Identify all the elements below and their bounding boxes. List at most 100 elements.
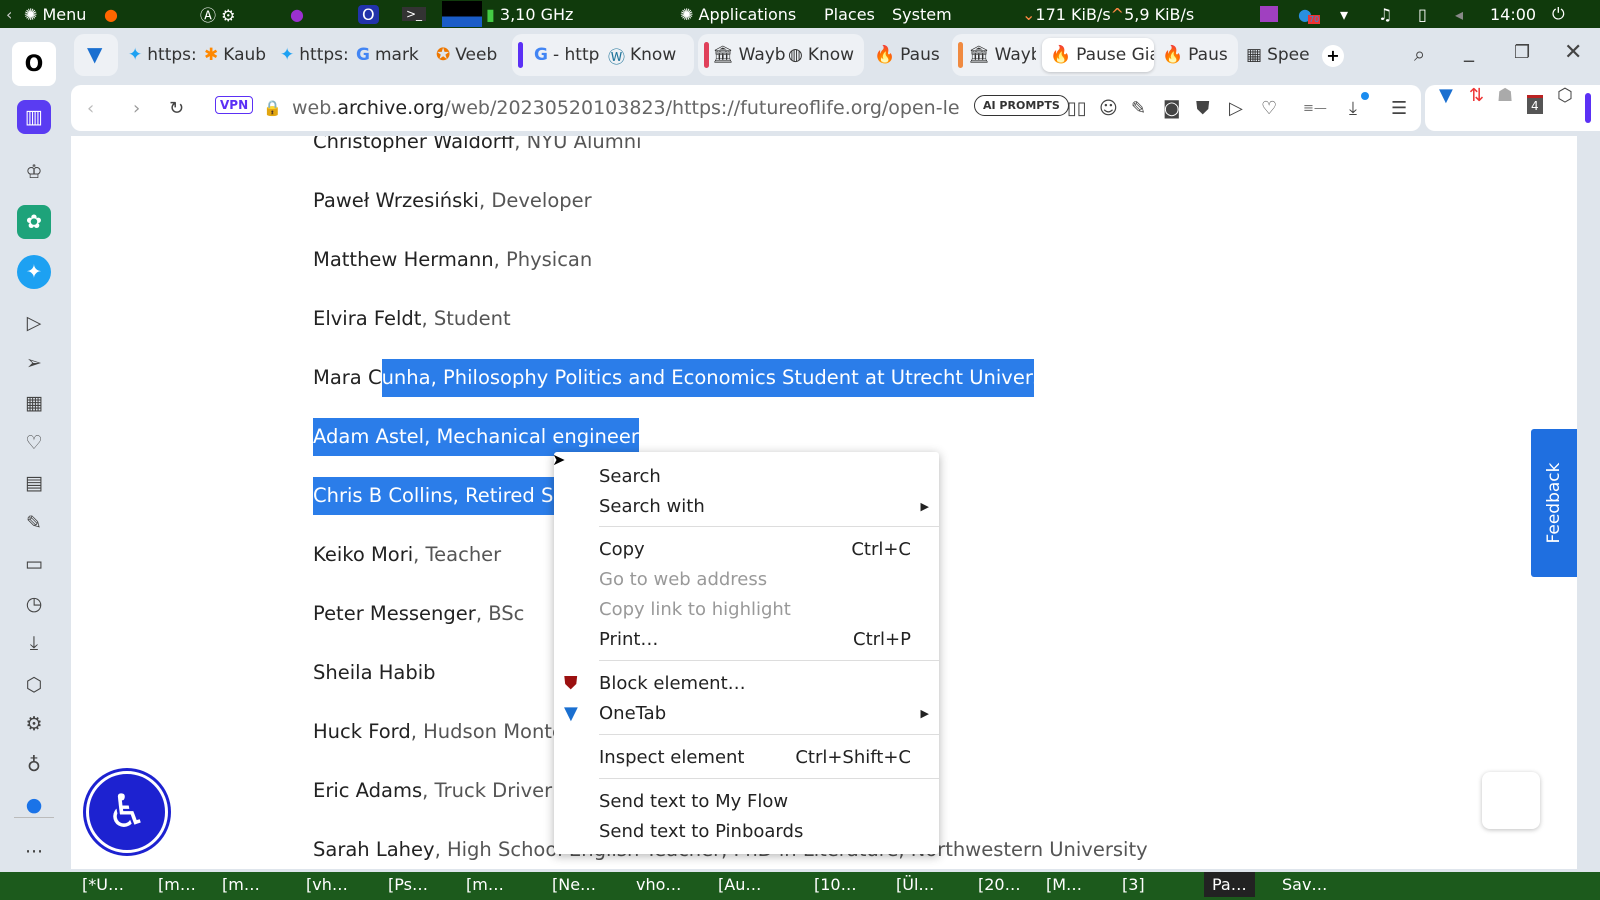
- tab[interactable]: Gmark: [356, 39, 432, 71]
- places-menu[interactable]: Places: [824, 5, 875, 24]
- download-icon[interactable]: ⤓: [1349, 91, 1369, 119]
- taskbar-item[interactable]: [m…: [222, 875, 260, 894]
- forward-button[interactable]: ›: [133, 98, 140, 119]
- menu-block-element[interactable]: ⛊ Block element…: [564, 670, 911, 698]
- menu-search-with[interactable]: Search with ▶: [599, 493, 929, 521]
- power-battery-icon[interactable]: ▯: [1418, 5, 1427, 24]
- menu-send-my-flow[interactable]: Send text to My Flow: [599, 788, 911, 816]
- tab-search-icon[interactable]: ⌕: [1414, 42, 1425, 66]
- pin-edit-icon[interactable]: ✎: [1131, 98, 1146, 119]
- heart-icon[interactable]: ♡: [17, 426, 51, 460]
- menu-go-to-address[interactable]: Go to web address: [599, 566, 911, 594]
- speed-dial-icon[interactable]: ▦: [17, 386, 51, 420]
- menu-send-pinboards[interactable]: Send text to Pinboards: [599, 818, 911, 846]
- wifi-icon[interactable]: ▾: [1340, 5, 1348, 24]
- menu-onetab[interactable]: ▼ OneTab ▶: [564, 700, 929, 728]
- tab-active[interactable]: 🔥 Pause Gia: [1042, 38, 1154, 72]
- taskbar-item[interactable]: Pa…: [1204, 872, 1255, 897]
- notification-icon[interactable]: ♫: [1378, 5, 1392, 24]
- opera-logo-icon[interactable]: O: [12, 42, 56, 86]
- taskbar-item[interactable]: [Au…: [718, 875, 761, 894]
- news-icon[interactable]: ▤: [17, 466, 51, 500]
- sort-arrows-icon[interactable]: ⇅: [1469, 85, 1484, 106]
- taskbar-item[interactable]: [m…: [158, 875, 196, 894]
- twitter-icon[interactable]: ✦: [17, 255, 51, 289]
- shutdown-icon[interactable]: ⏻: [1552, 4, 1565, 24]
- onetab-pinned[interactable]: ▼: [74, 34, 118, 76]
- chat-widget-button[interactable]: [1482, 772, 1540, 829]
- more-icon[interactable]: ···: [17, 835, 51, 869]
- send-icon[interactable]: ➢: [17, 346, 51, 380]
- taskbar-item[interactable]: [M…: [1046, 875, 1082, 894]
- emoji-icon[interactable]: ☺: [1099, 98, 1118, 119]
- clock[interactable]: 14:00: [1490, 5, 1536, 24]
- taskbar-item[interactable]: [vh…: [306, 875, 348, 894]
- taskbar-item[interactable]: [Ne…: [552, 875, 596, 894]
- cube-icon[interactable]: ⬡: [1557, 85, 1573, 106]
- telegram-icon[interactable]: ● 70: [1298, 5, 1321, 24]
- panel-left-arrow[interactable]: ‹: [6, 5, 12, 24]
- terminal-icon[interactable]: >_: [402, 7, 427, 21]
- pin-icon[interactable]: ✎: [17, 506, 51, 540]
- taskbar-item[interactable]: [*U…: [82, 875, 124, 894]
- history-icon[interactable]: ◷: [17, 587, 51, 621]
- bulb-icon[interactable]: ♁: [17, 748, 51, 782]
- vpn-badge[interactable]: VPN: [215, 96, 254, 114]
- send-icon[interactable]: ▷: [1229, 98, 1243, 119]
- tab[interactable]: ✦ https:: [128, 39, 198, 71]
- tab[interactable]: ◍ Know: [788, 39, 862, 71]
- taskbar-item[interactable]: [m…: [466, 875, 504, 894]
- adblock-shield-icon[interactable]: ⛊: [1196, 98, 1210, 119]
- firefox-icon[interactable]: ●: [104, 5, 118, 24]
- tab[interactable]: 🏛Wayb: [712, 39, 786, 71]
- tab[interactable]: ▦ Spee: [1246, 39, 1312, 71]
- tab[interactable]: ✦ https:: [280, 39, 350, 71]
- taskbar-item[interactable]: [10…: [814, 875, 857, 894]
- minimize-button[interactable]: _: [1464, 38, 1474, 62]
- taskbar-item[interactable]: Sav…: [1282, 875, 1327, 894]
- favorite-heart-icon[interactable]: ♡: [1261, 98, 1277, 119]
- tabs-icon[interactable]: ▭: [17, 547, 51, 581]
- tab[interactable]: 🔥 Paus: [874, 39, 944, 71]
- menu-search[interactable]: Search: [599, 463, 911, 491]
- onetab-icon[interactable]: ▼: [1439, 85, 1453, 106]
- back-button[interactable]: ‹: [87, 98, 94, 119]
- crown-icon[interactable]: ♔: [17, 155, 51, 189]
- ai-prompts-button[interactable]: AI PROMPTS: [974, 95, 1069, 116]
- url-field[interactable]: web.archive.org/web/20230520103823/https…: [292, 97, 960, 119]
- system-menu[interactable]: System: [892, 5, 952, 24]
- close-button[interactable]: ✕: [1564, 40, 1582, 65]
- reload-button[interactable]: ↻: [169, 98, 184, 119]
- menu-copy-link-highlight[interactable]: Copy link to highlight: [599, 596, 911, 624]
- tab[interactable]: ✱ Kaub: [204, 39, 274, 71]
- applications-menu[interactable]: ✺ Applications: [680, 5, 796, 24]
- reader-mode-icon[interactable]: ▯▯: [1067, 98, 1087, 119]
- snapshot-icon[interactable]: ◙: [1163, 98, 1180, 119]
- tab[interactable]: G- http: [534, 39, 602, 71]
- spy-icon[interactable]: ☗: [1497, 85, 1513, 106]
- menu-print[interactable]: Print… Ctrl+P: [599, 626, 911, 654]
- accessibility-button[interactable]: ♿: [86, 771, 168, 853]
- menu-inspect[interactable]: Inspect element Ctrl+Shift+C: [599, 744, 911, 772]
- menu-button[interactable]: ✺ Menu: [24, 5, 86, 24]
- feedback-tab[interactable]: Feedback: [1531, 429, 1577, 577]
- easy-setup-icon[interactable]: ☰: [1391, 98, 1407, 119]
- audio-app-icon[interactable]: [1260, 6, 1278, 22]
- restore-button[interactable]: ❐: [1514, 42, 1530, 63]
- taskbar-item[interactable]: [Ps…: [388, 875, 428, 894]
- volume-muted-icon[interactable]: ◂: [1455, 5, 1463, 24]
- settings-icon[interactable]: ⚙: [17, 707, 51, 741]
- taskbar-item[interactable]: [3]: [1122, 875, 1145, 894]
- reader-icon[interactable]: ▥: [17, 100, 51, 134]
- search-tool-icon[interactable]: Ⓐ ⚙: [200, 2, 235, 26]
- tab[interactable]: ✪ Veeb: [436, 39, 506, 71]
- sidebar-toggle[interactable]: [1585, 93, 1591, 123]
- taskbar-item[interactable]: [Ül…: [896, 875, 934, 894]
- tab[interactable]: 🏛Wayb: [968, 39, 1036, 71]
- new-tab-button[interactable]: +: [1322, 45, 1344, 67]
- battery-saver-icon[interactable]: ≡—: [1303, 101, 1327, 116]
- extensions-icon[interactable]: ⬡: [17, 668, 51, 702]
- chatgpt-icon[interactable]: ✿: [17, 205, 51, 239]
- taskbar-item[interactable]: [20…: [978, 875, 1021, 894]
- player-icon[interactable]: ▷: [17, 306, 51, 340]
